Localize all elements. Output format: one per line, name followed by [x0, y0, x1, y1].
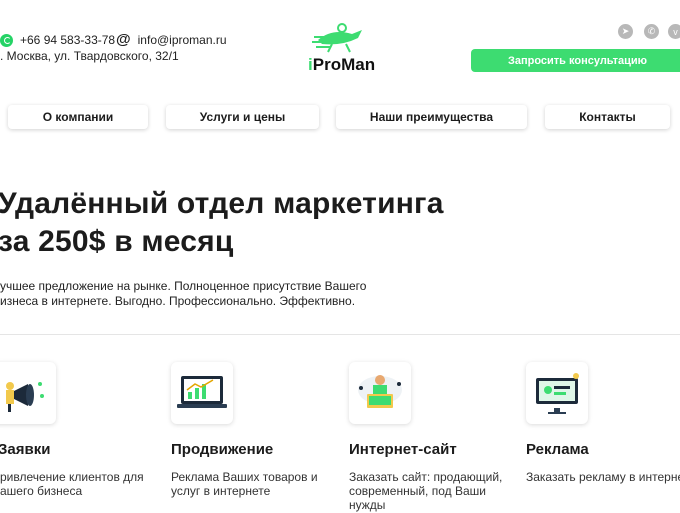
hero-subtitle-line2: изнеса в интернете. Выгодно. Профессиона…	[0, 294, 356, 308]
service-title-promotion: Продвижение	[171, 441, 274, 458]
telegram-icon[interactable]: ➤	[618, 24, 633, 39]
whatsapp-icon	[0, 33, 13, 47]
service-title-website: Интернет-сайт	[349, 441, 457, 458]
megaphone-icon[interactable]	[0, 362, 56, 424]
nav-services[interactable]: Услуги и цены	[166, 105, 319, 129]
email-address[interactable]: info@iproman.ru	[138, 33, 227, 47]
consultation-button[interactable]: Запросить консультацию	[471, 49, 680, 72]
hero-subtitle-line1: учшее предложение на рынке. Полноценное …	[0, 279, 367, 293]
address: . Москва, ул. Твардовского, 32/1	[0, 49, 179, 63]
nav-contacts[interactable]: Контакты	[545, 105, 670, 129]
service-desc-website-line1: Заказать сайт: продающий,	[349, 470, 503, 484]
section-divider	[0, 334, 680, 335]
service-title-ads: Реклама	[526, 441, 589, 458]
email-icon: @	[116, 31, 131, 48]
service-desc-promotion-line1: Реклама Ваших товаров и	[171, 470, 318, 484]
nav-about[interactable]: О компании	[8, 105, 148, 129]
email-contact[interactable]: @ info@iproman.ru	[116, 31, 227, 48]
laptop-chart-icon[interactable]	[171, 362, 233, 424]
service-desc-promotion-line2: услуг в интернете	[171, 484, 271, 498]
vk-icon[interactable]: v	[668, 24, 680, 39]
hero-title-line2: за 250$ в месяц	[0, 225, 234, 258]
logo-icon	[312, 22, 368, 56]
service-desc-ads-line1: Заказать рекламу в интернете	[526, 470, 680, 484]
service-title-leads: Заявки	[0, 441, 51, 458]
monitor-ads-icon[interactable]	[526, 362, 588, 424]
service-desc-leads-line2: ашего бизнеса	[0, 484, 83, 498]
phone-number[interactable]: +66 94 583-33-78	[20, 33, 115, 47]
website-builder-icon[interactable]	[349, 362, 411, 424]
hero-title-line1: Удалённый отдел маркетинга	[0, 187, 444, 220]
nav-advantages[interactable]: Наши преимущества	[336, 105, 527, 129]
phone-contact[interactable]: +66 94 583-33-78	[0, 33, 115, 47]
logo-text[interactable]: iProMan	[308, 55, 375, 75]
viber-icon[interactable]: ✆	[644, 24, 659, 39]
logo-main: ProMan	[312, 55, 376, 74]
service-desc-leads-line1: ривлечение клиентов для	[0, 470, 144, 484]
service-desc-website-line2: современный, под Ваши	[349, 484, 486, 498]
